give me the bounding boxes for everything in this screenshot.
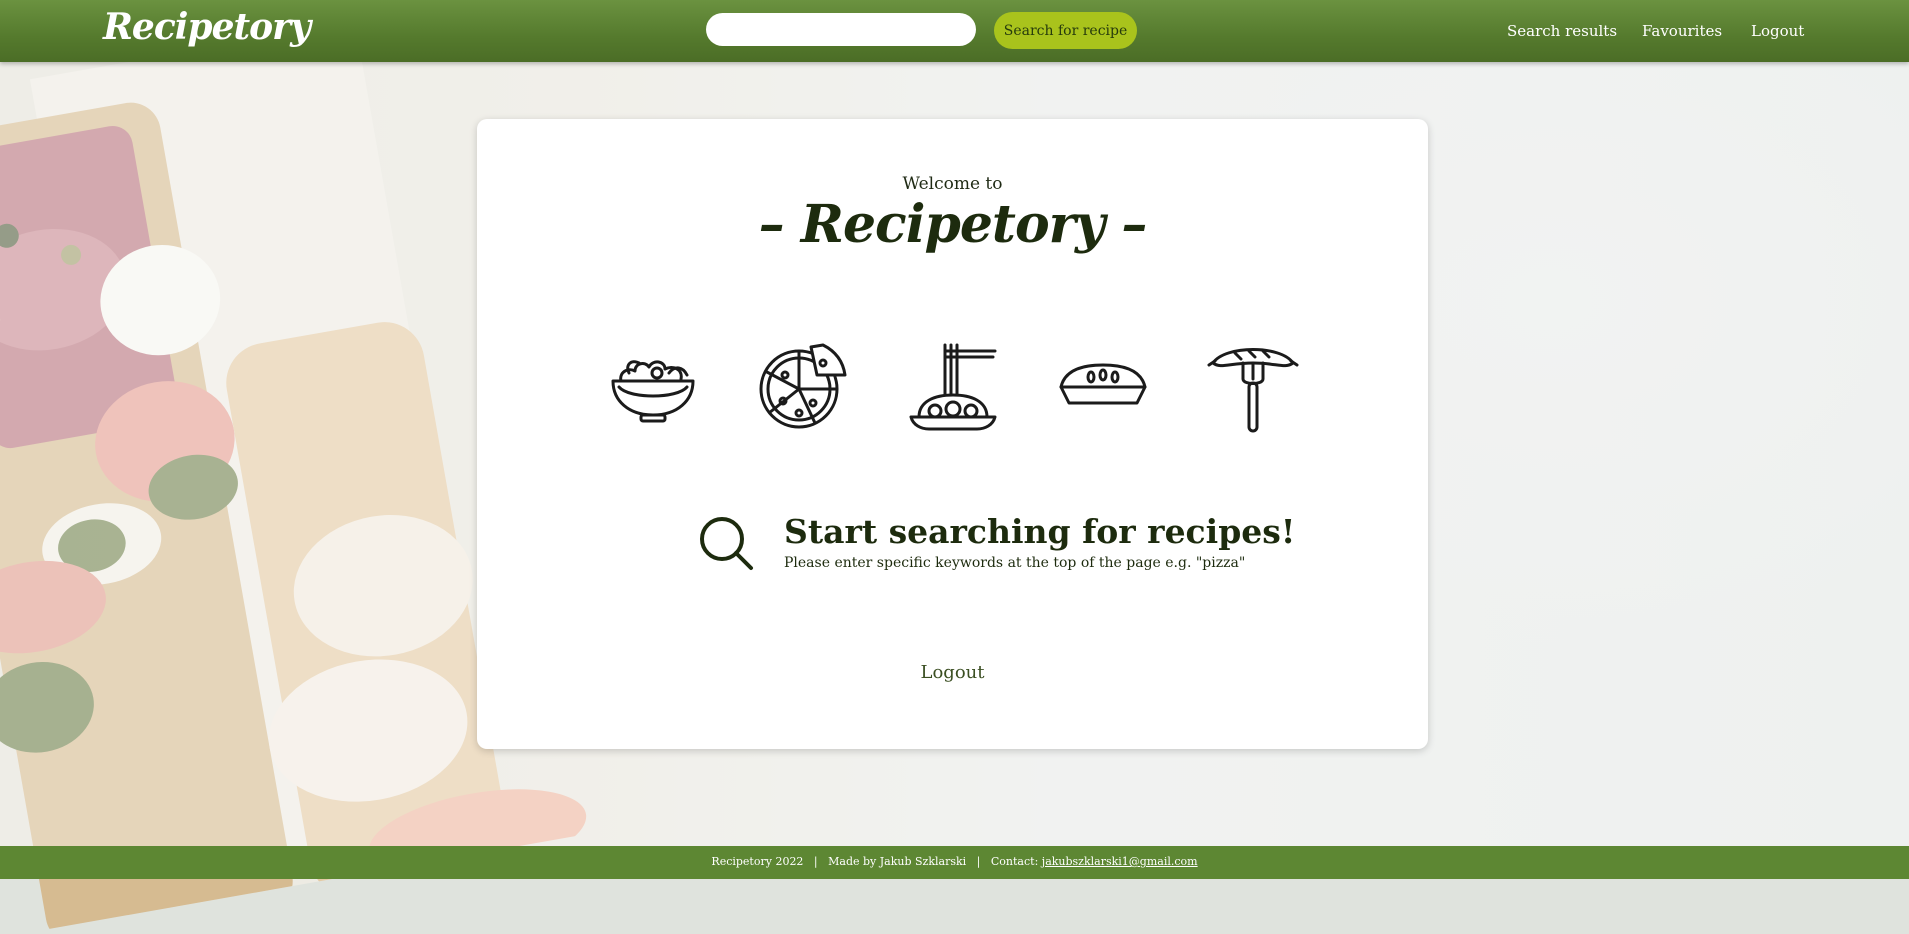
footer-contact-label: Contact: [990, 855, 1039, 868]
hint-subtitle: Please enter specific keywords at the to… [784, 555, 1246, 571]
hint-title: Start searching for recipes! [784, 512, 1296, 551]
welcome-label: Welcome to [902, 174, 1003, 194]
brand-title: – Recipetory – [758, 194, 1148, 255]
welcome-card: Welcome to – Recipetory – Start searchin… [477, 119, 1428, 749]
salad-bowl-icon [611, 360, 695, 423]
nav-favourites[interactable]: Favourites [1642, 0, 1722, 62]
nav-search-results[interactable]: Search results [1507, 0, 1617, 62]
recipe-search-input[interactable] [706, 13, 976, 46]
search-icon [700, 517, 753, 570]
sausage-on-fork-icon [1207, 348, 1299, 433]
footer-copyright: Recipetory 2022 [711, 855, 804, 868]
footer-made-by: Made by Jakub Szklarski [828, 855, 967, 868]
card-logout-link[interactable]: Logout [477, 662, 1428, 683]
footer-contact-email[interactable]: jakubszklarski1@gmail.com [1042, 855, 1198, 868]
pizza-icon [759, 343, 847, 429]
food-icons-row [605, 339, 1305, 439]
nav-logout[interactable]: Logout [1751, 0, 1804, 62]
top-navbar: Recipetory Search for recipe Search resu… [0, 0, 1909, 62]
site-logo[interactable]: Recipetory [103, 6, 311, 48]
pie-icon [1059, 363, 1147, 405]
search-recipe-button[interactable]: Search for recipe [994, 12, 1137, 49]
footer: Recipetory 2022 | Made by Jakub Szklarsk… [0, 846, 1909, 879]
spaghetti-icon [909, 343, 997, 431]
